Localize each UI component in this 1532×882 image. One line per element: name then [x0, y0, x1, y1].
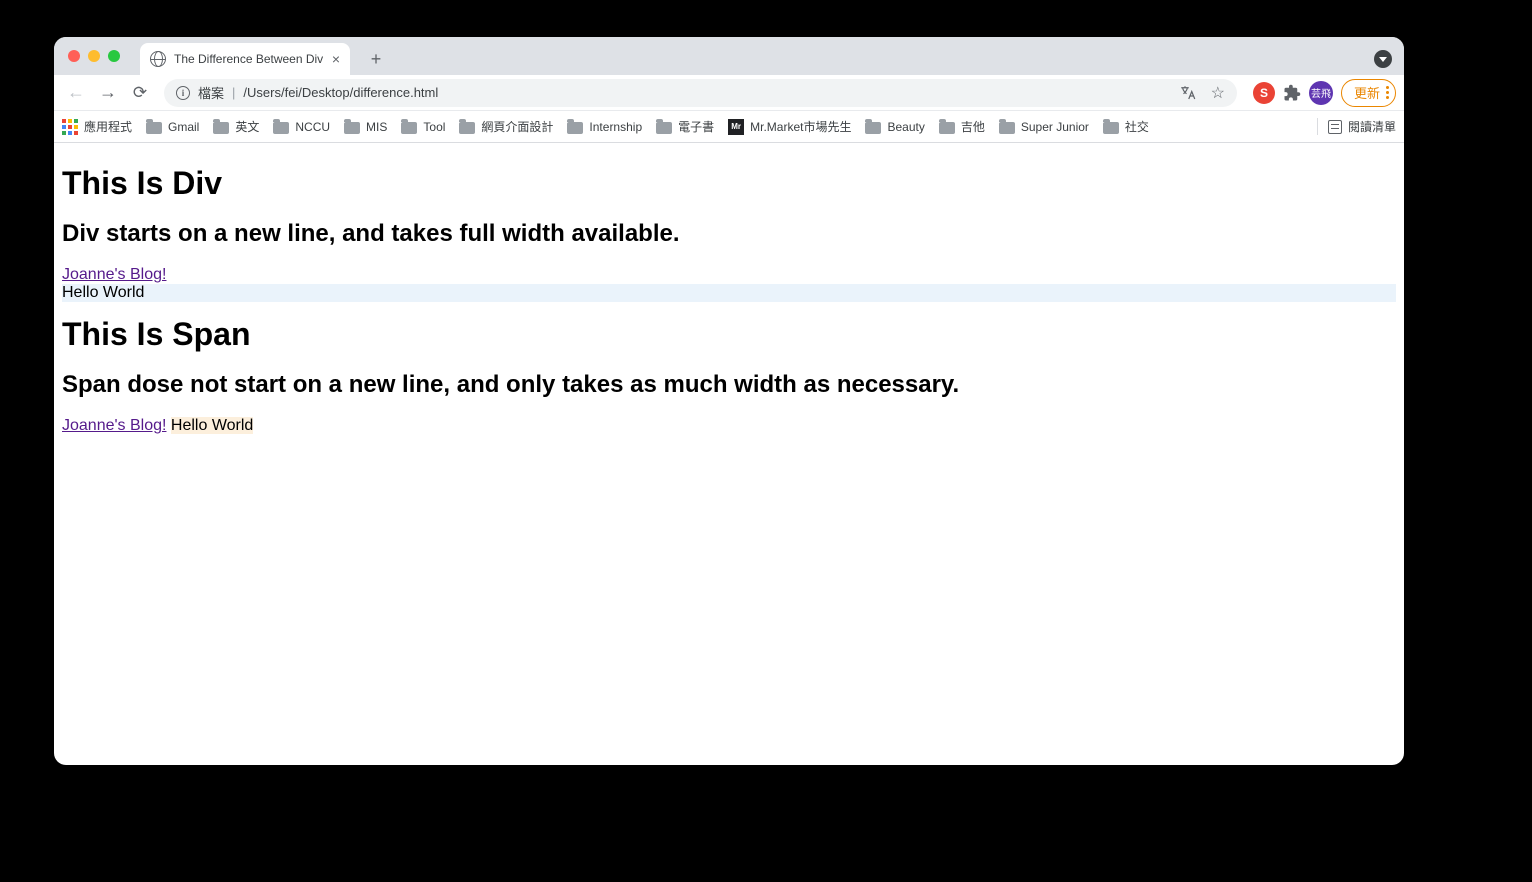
- bookmark-mrmarket[interactable]: MrMr.Market市場先生: [728, 118, 851, 135]
- globe-icon: [150, 51, 166, 67]
- extensions-button[interactable]: [1283, 84, 1301, 102]
- folder-icon: [1103, 122, 1119, 134]
- tab-strip: The Difference Between Div an × +: [54, 37, 1404, 75]
- folder-icon: [567, 122, 583, 134]
- subheading-div: Div starts on a new line, and takes full…: [62, 220, 1396, 248]
- apps-shortcut[interactable]: 應用程式: [62, 118, 132, 135]
- bookmark-webdesign[interactable]: 網頁介面設計: [459, 118, 553, 135]
- apps-label: 應用程式: [84, 118, 132, 135]
- translate-icon[interactable]: [1179, 84, 1197, 102]
- bookmark-guitar[interactable]: 吉他: [939, 118, 985, 135]
- subheading-span: Span dose not start on a new line, and o…: [62, 371, 1396, 399]
- heading-span: This Is Span: [62, 316, 1396, 353]
- back-button[interactable]: [62, 79, 90, 107]
- address-bar[interactable]: i 檔案 | /Users/fei/Desktop/difference.htm…: [164, 79, 1237, 107]
- tab-title: The Difference Between Div an: [174, 52, 324, 66]
- bookmark-internship[interactable]: Internship: [567, 120, 642, 134]
- reading-list-button[interactable]: 閱讀清單: [1317, 118, 1396, 135]
- bookmark-nccu[interactable]: NCCU: [273, 120, 330, 134]
- div-demo-link[interactable]: Joanne's Blog!: [62, 266, 166, 283]
- bookmark-tool[interactable]: Tool: [401, 120, 445, 134]
- close-tab-button[interactable]: ×: [332, 51, 340, 67]
- bookmark-mis[interactable]: MIS: [344, 120, 387, 134]
- bookmark-beauty[interactable]: Beauty: [865, 120, 924, 134]
- new-tab-button[interactable]: +: [362, 45, 390, 73]
- folder-icon: [213, 122, 229, 134]
- folder-icon: [146, 122, 162, 134]
- folder-icon: [459, 122, 475, 134]
- folder-icon: [273, 122, 289, 134]
- span-demo-hello: Hello World: [171, 417, 253, 434]
- address-scheme: 檔案: [198, 83, 224, 102]
- div-demo-hello: Hello World: [62, 284, 1396, 302]
- update-label: 更新: [1354, 83, 1380, 102]
- page-viewport: This Is Div Div starts on a new line, an…: [54, 143, 1404, 443]
- folder-icon: [401, 122, 417, 134]
- address-separator: |: [232, 85, 235, 100]
- minimize-window-button[interactable]: [88, 50, 100, 62]
- profile-avatar[interactable]: 芸飛: [1309, 81, 1333, 105]
- bookmark-star-icon[interactable]: [1211, 83, 1225, 103]
- site-info-icon[interactable]: i: [176, 86, 190, 100]
- folder-icon: [344, 122, 360, 134]
- bookmark-english[interactable]: 英文: [213, 118, 259, 135]
- folder-icon: [999, 122, 1015, 134]
- bookmark-social[interactable]: 社交: [1103, 118, 1149, 135]
- browser-window: The Difference Between Div an × + i 檔案 |…: [54, 37, 1404, 765]
- folder-icon: [865, 122, 881, 134]
- reload-button[interactable]: [126, 79, 154, 107]
- toolbar: i 檔案 | /Users/fei/Desktop/difference.htm…: [54, 75, 1404, 111]
- bookmark-gmail[interactable]: Gmail: [146, 120, 199, 134]
- span-demo-link[interactable]: Joanne's Blog!: [62, 417, 166, 434]
- close-window-button[interactable]: [68, 50, 80, 62]
- browser-tab[interactable]: The Difference Between Div an ×: [140, 43, 350, 75]
- bookmark-ebook[interactable]: 電子書: [656, 118, 714, 135]
- reading-list-label: 閱讀清單: [1348, 118, 1396, 135]
- bookmark-superjunior[interactable]: Super Junior: [999, 120, 1089, 134]
- folder-icon: [939, 122, 955, 134]
- heading-div: This Is Div: [62, 165, 1396, 202]
- mr-icon: Mr: [728, 119, 744, 135]
- maximize-window-button[interactable]: [108, 50, 120, 62]
- menu-icon[interactable]: [1386, 86, 1389, 99]
- folder-icon: [656, 122, 672, 134]
- bookmarks-bar: 應用程式 Gmail 英文 NCCU MIS Tool 網頁介面設計 Inter…: [54, 111, 1404, 143]
- window-controls: [68, 50, 120, 62]
- apps-grid-icon: [62, 119, 78, 135]
- extension-s-icon[interactable]: S: [1253, 82, 1275, 104]
- update-button[interactable]: 更新: [1341, 79, 1396, 107]
- tab-search-button[interactable]: [1374, 50, 1392, 68]
- forward-button[interactable]: [94, 79, 122, 107]
- address-path: /Users/fei/Desktop/difference.html: [243, 85, 438, 100]
- reading-list-icon: [1328, 120, 1342, 134]
- extensions-area: S 芸飛 更新: [1253, 79, 1396, 107]
